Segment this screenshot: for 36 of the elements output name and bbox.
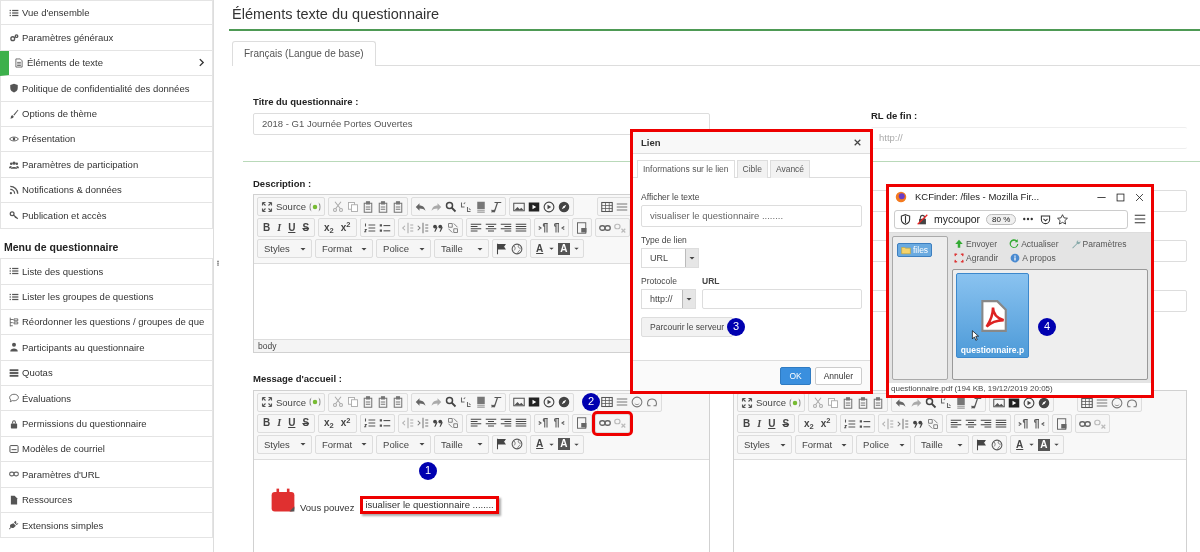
field-label: Description : [253,177,312,190]
sidebar-item-label: Participants au questionnaire [22,341,145,354]
sidebar-item-label: Éléments de texte [27,57,104,69]
sidebar-item-label: Modèles de courriel [22,443,105,455]
sidebar-item-label: Paramètres d'URL [22,468,100,481]
status-file-info: (194 KB, 19/12/2019 20:05) [954,384,1053,394]
field-label: Titre du questionnaire : [253,96,359,108]
sidebar-item-label: Options de thème [22,108,97,120]
sidebar-item-label: Publication et accès [22,209,107,221]
address-text: mycoupor [934,213,981,226]
sidebar-item-label: Paramètres de participation [22,158,139,171]
sidebar-item-label: Réordonner les questions / groupes de que [22,316,205,328]
page-title: Éléments texte du questionnaire [229,4,1200,32]
field-label: RL de fin : [871,110,918,122]
sidebar-item-label: Quotas [22,367,53,379]
sidebar-item-label: Paramètres généraux [22,31,114,44]
field-label: URL [702,275,721,287]
field-label: Protocole [641,275,678,287]
sidebar-item-label: Politique de confidentialité des données [22,82,190,95]
sidebar-item-label: Évaluations [22,392,72,404]
sidebar-item-label: Liste des questions [22,265,104,277]
sidebar-item-label: Ressources [22,494,73,506]
field-label: Message d'accueil : [253,373,342,385]
field-label: Type de lien [641,234,688,245]
sidebar-item-label: Lister les groupes de questions [22,291,154,303]
field-label: Afficher le texte [641,191,701,202]
section-heading: Menu de questionnaire [3,239,120,255]
status-file-name: questionnaire.pdf [891,384,953,394]
dialog-title: Lien [641,137,661,149]
sidebar-item-label: Présentation [22,133,76,145]
sidebar-item-label: Permissions du questionnaire [22,417,147,430]
sidebar-item-label: Notifications & données [22,184,122,196]
window-title: KCFinder: /files - Mozilla Fir... [915,191,1041,203]
sidebar-item-label: Vue d'ensemble [22,7,90,19]
message-text: Vous pouvez [300,502,355,514]
sidebar-item-label: Extensions simples [22,519,104,531]
